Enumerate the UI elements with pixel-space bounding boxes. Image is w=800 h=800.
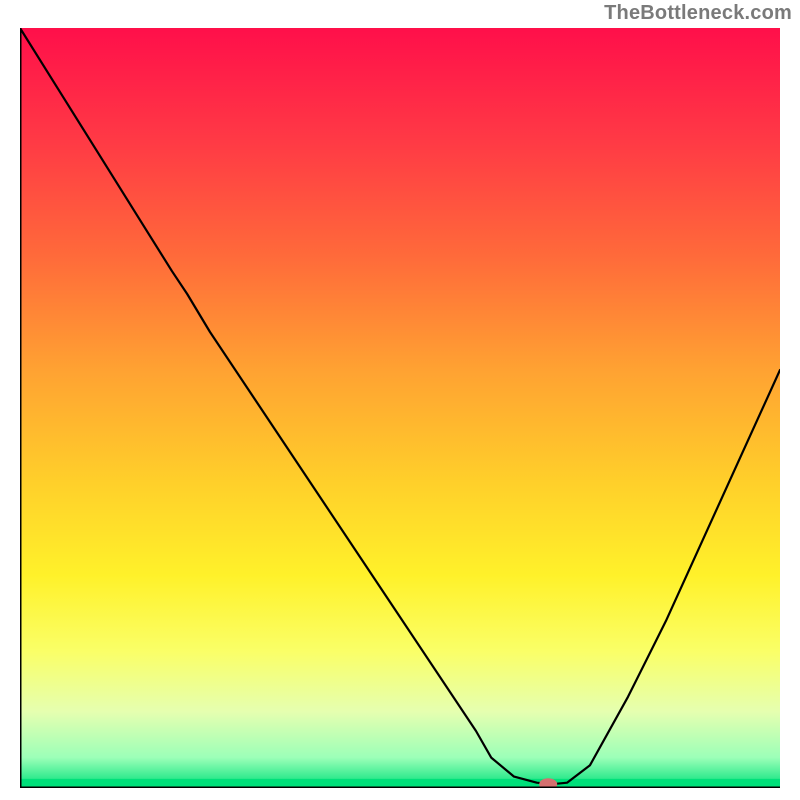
chart-area: [20, 28, 780, 788]
attribution-text: TheBottleneck.com: [604, 2, 792, 25]
chart-svg: [20, 28, 780, 788]
